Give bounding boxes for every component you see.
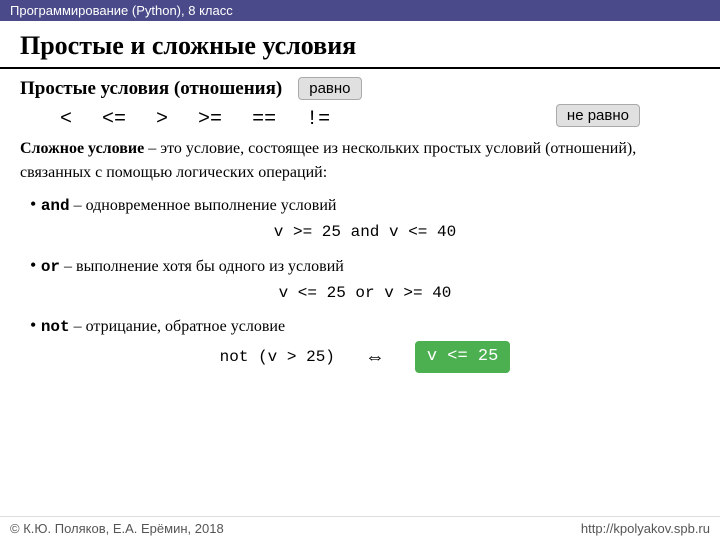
not-desc: – отрицание, обратное условие xyxy=(74,318,285,335)
not-code-line: not (v > 25) ⇔ v <= 25 xyxy=(30,341,700,373)
main-content: Простые условия (отношения) равно < <= >… xyxy=(0,77,720,373)
keyword-or: or xyxy=(41,258,60,276)
footer-left: © К.Ю. Поляков, Е.А. Ерёмин, 2018 xyxy=(10,521,224,536)
op-le: <= xyxy=(102,108,126,131)
page-title: Простые и сложные условия xyxy=(0,21,720,69)
and-desc: – одновременное выполнение условий xyxy=(74,197,337,214)
or-desc: – выполнение хотя бы одного из условий xyxy=(64,258,344,275)
badge-equal: равно xyxy=(298,77,361,100)
op-gt: > xyxy=(156,108,168,131)
keyword-and: and xyxy=(41,197,70,215)
badge-v-le: v <= 25 xyxy=(415,341,510,373)
op-ne: != xyxy=(306,108,330,131)
bullet-list: and – одновременное выполнение условий v… xyxy=(30,191,700,373)
footer: © К.Ю. Поляков, Е.А. Ерёмин, 2018 http:/… xyxy=(0,516,720,540)
list-item-and: and – одновременное выполнение условий v… xyxy=(30,191,700,246)
op-eq: == xyxy=(252,108,276,131)
top-bar-text: Программирование (Python), 8 класс xyxy=(10,3,233,18)
list-item-or: or – выполнение хотя бы одного из услови… xyxy=(30,252,700,307)
op-ge: >= xyxy=(198,108,222,131)
top-bar: Программирование (Python), 8 класс xyxy=(0,0,720,21)
complex-def-bold: Сложное условие xyxy=(20,140,144,157)
code-and: v >= 25 and v <= 40 xyxy=(30,220,700,246)
op-lt: < xyxy=(60,108,72,131)
code-not: not (v > 25) xyxy=(220,345,335,369)
section-header-text: Простые условия (отношения) xyxy=(20,78,282,100)
list-item-not: not – отрицание, обратное условие not (v… xyxy=(30,312,700,373)
section-header: Простые условия (отношения) равно xyxy=(20,77,700,100)
keyword-not: not xyxy=(41,318,70,336)
badge-not-equal: не равно xyxy=(556,104,640,127)
code-or: v <= 25 or v >= 40 xyxy=(30,281,700,307)
complex-definition: Сложное условие – это условие, состоящее… xyxy=(20,137,700,185)
operators-row: < <= > >= == != не равно xyxy=(60,108,700,131)
double-arrow: ⇔ xyxy=(365,342,385,372)
footer-right: http://kpolyakov.spb.ru xyxy=(581,521,710,536)
